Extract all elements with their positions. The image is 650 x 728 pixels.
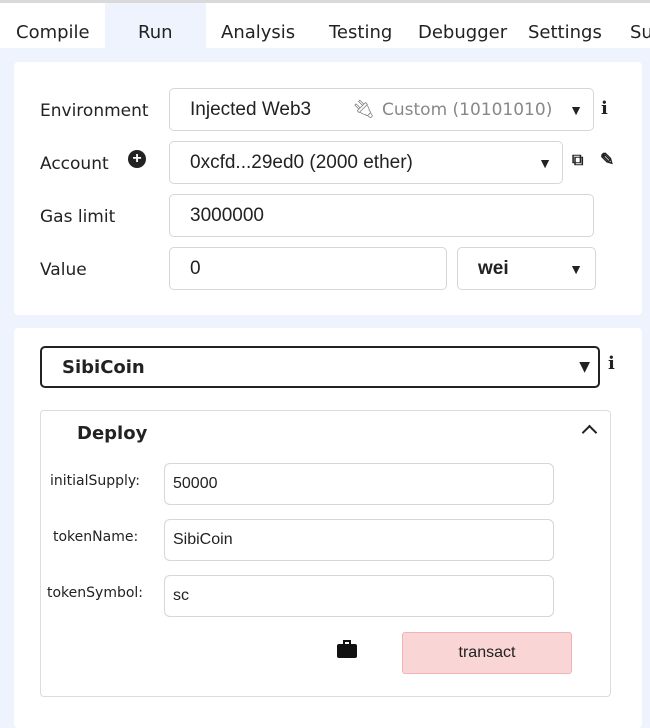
param-value: SibiCoin: [173, 531, 233, 548]
value-amount: 0: [190, 257, 201, 279]
briefcase-icon[interactable]: [337, 640, 357, 658]
param-label: initialSupply:: [50, 473, 140, 489]
gas-limit-value: 3000000: [190, 204, 264, 226]
token-symbol-input[interactable]: sc: [164, 575, 554, 617]
copy-icon[interactable]: ⧉: [572, 152, 583, 170]
tab-analysis[interactable]: Analysis: [221, 3, 295, 48]
contract-value: SibiCoin: [62, 356, 145, 378]
info-icon[interactable]: i: [608, 353, 615, 374]
chevron-down-icon: ▼: [538, 154, 552, 171]
param-label: tokenName:: [53, 529, 139, 545]
environment-select[interactable]: Injected Web3 🔌︎ Custom (10101010) ▼: [169, 88, 594, 131]
gas-limit-input[interactable]: 3000000: [169, 194, 594, 237]
environment-value: Injected Web3: [190, 98, 312, 120]
deploy-title: Deploy: [77, 423, 148, 444]
contract-select[interactable]: SibiCoin ▼: [40, 346, 600, 388]
param-label: tokenSymbol:: [47, 585, 144, 601]
gas-limit-label: Gas limit: [40, 207, 116, 227]
tab-support[interactable]: Su: [630, 3, 650, 48]
add-account-icon[interactable]: +: [128, 150, 146, 168]
contract-panel: SibiCoin ▼ i Deploy initialSupply: 50000…: [14, 328, 642, 728]
account-select[interactable]: 0xcfd...29ed0 (2000 ether) ▼: [169, 141, 563, 184]
token-name-input[interactable]: SibiCoin: [164, 519, 554, 561]
unit-value: wei: [478, 257, 509, 279]
account-label: Account: [40, 154, 109, 174]
param-value: 50000: [173, 475, 218, 492]
chevron-down-icon: ▼: [569, 101, 583, 118]
chevron-down-icon: ▼: [569, 260, 583, 277]
unit-select[interactable]: wei ▼: [457, 247, 596, 290]
param-value: sc: [173, 587, 189, 604]
value-label: Value: [40, 260, 87, 280]
account-value: 0xcfd...29ed0 (2000 ether): [190, 151, 413, 173]
plug-icon: 🔌︎: [352, 99, 375, 119]
tab-testing[interactable]: Testing: [329, 3, 392, 48]
value-input[interactable]: 0: [169, 247, 447, 290]
tab-bar: Compile Run Analysis Testing Debugger Se…: [0, 3, 650, 48]
tab-settings[interactable]: Settings: [528, 3, 602, 48]
chevron-up-icon[interactable]: [581, 424, 598, 441]
settings-panel: Environment Injected Web3 🔌︎ Custom (101…: [14, 62, 642, 315]
tab-run[interactable]: Run: [105, 3, 206, 48]
chevron-down-icon: ▼: [579, 359, 590, 375]
transact-button[interactable]: transact: [402, 632, 572, 674]
tab-debugger[interactable]: Debugger: [418, 3, 507, 48]
edit-icon[interactable]: ✎: [600, 150, 614, 170]
initial-supply-input[interactable]: 50000: [164, 463, 554, 505]
tab-compile[interactable]: Compile: [16, 3, 90, 48]
environment-label: Environment: [40, 101, 149, 121]
network-label: Custom (10101010): [382, 99, 553, 120]
info-icon[interactable]: i: [601, 98, 608, 119]
